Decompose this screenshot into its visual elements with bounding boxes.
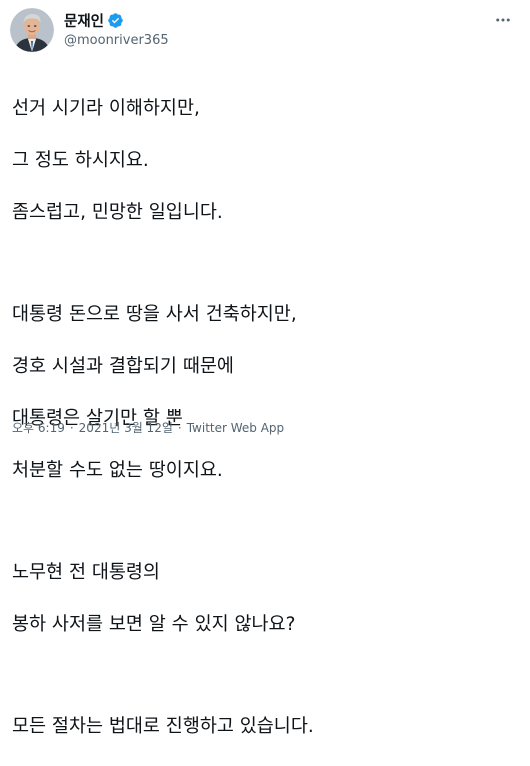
tweet-line: 봉하 사저를 보면 알 수 있지 않나요? (12, 614, 296, 635)
more-options-button[interactable] (490, 10, 516, 30)
author-handle[interactable]: @moonriver365 (64, 33, 169, 48)
avatar-image (10, 8, 54, 52)
tweet-line: 그 정도 하시지요. (12, 150, 149, 171)
avatar[interactable] (10, 8, 54, 52)
tweet-date[interactable]: 2021년 3월 12일 (79, 419, 173, 436)
verified-badge-icon (107, 12, 124, 29)
tweet-meta: 오후 6:19 · 2021년 3월 12일 · Twitter Web App (12, 419, 284, 436)
tweet-line: 노무현 전 대통령의 (12, 562, 160, 583)
tweet-line: 선거 시기라 이해하지만, (12, 98, 200, 119)
tweet-line: 좀스럽고, 민망한 일입니다. (12, 202, 223, 223)
meta-separator: · (177, 420, 182, 435)
display-name[interactable]: 문재인 (64, 10, 104, 31)
tweet-source[interactable]: Twitter Web App (187, 421, 284, 435)
more-horizontal-icon (496, 18, 510, 22)
tweet-text: 선거 시기라 이해하지만, 그 정도 하시지요. 좀스럽고, 민망한 일입니다.… (12, 70, 522, 766)
tweet-line: 모든 절차는 법대로 진행하고 있습니다. (12, 716, 314, 737)
tweet-line: 경호 시설과 결합되기 때문에 (12, 356, 234, 377)
display-name-row: 문재인 (64, 10, 169, 30)
tweet-line: 대통령 돈으로 땅을 사서 건축하지만, (12, 304, 297, 325)
meta-separator: · (69, 420, 74, 435)
tweet-header: 문재인 @moonriver365 (10, 8, 520, 52)
tweet-card: 문재인 @moonriver365 선거 시기라 이해하지만, 그 정도 하시지… (0, 0, 530, 737)
tweet-line: 처분할 수도 없는 땅이지요. (12, 460, 223, 481)
author-info: 문재인 @moonriver365 (64, 10, 169, 48)
tweet-time[interactable]: 오후 6:19 (12, 419, 65, 436)
